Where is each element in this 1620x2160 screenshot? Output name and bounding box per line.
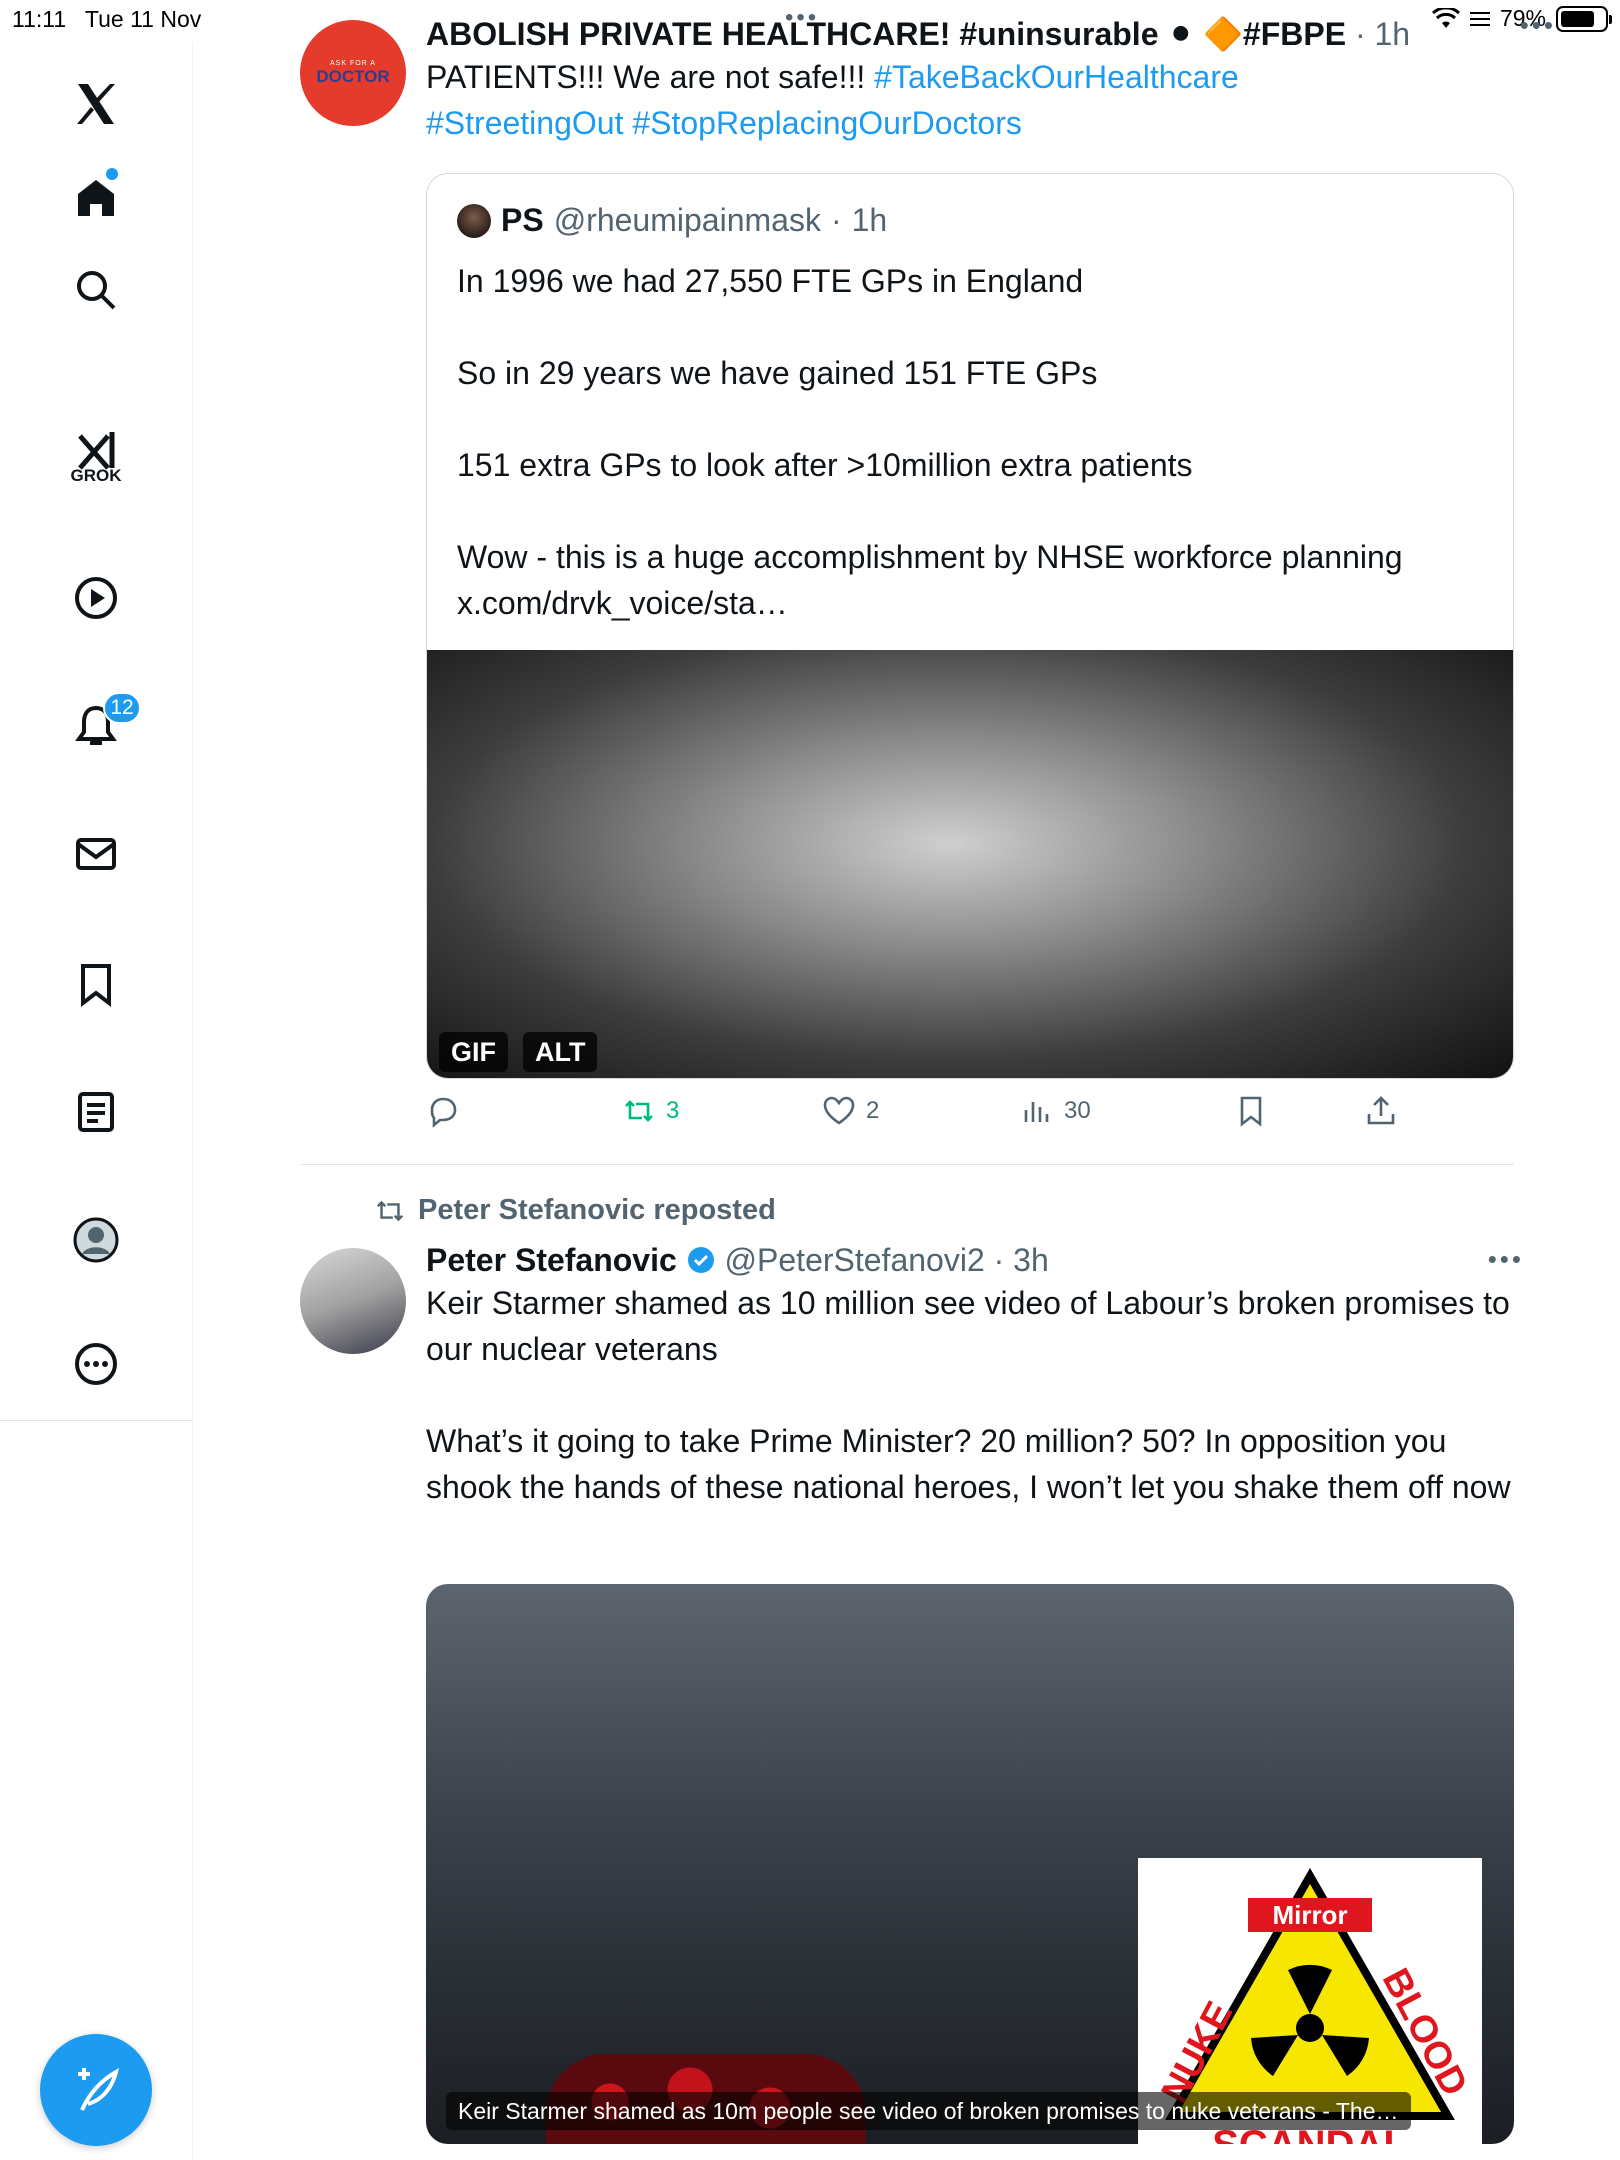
timeline-feed: ASK FOR A DOCTOR ABOLISH PRIVATE HEALTHC… — [194, 0, 1574, 2160]
repost-button[interactable]: 3 — [622, 1094, 679, 1128]
home-icon[interactable] — [60, 162, 132, 234]
notification-badge: 12 — [103, 692, 141, 724]
views-button[interactable]: 30 — [1020, 1094, 1091, 1128]
repost-icon — [376, 1200, 404, 1221]
post-header: Peter Stefanovic @PeterStefanovi2 · 3h — [426, 1242, 1049, 1278]
author-name[interactable]: ABOLISH PRIVATE HEALTHCARE! #uninsurable… — [426, 16, 1346, 52]
messages-icon[interactable] — [60, 818, 132, 890]
bookmark-button[interactable] — [1234, 1094, 1268, 1128]
post-time[interactable]: 3h — [1013, 1242, 1049, 1278]
author-name[interactable]: Peter Stefanovic — [426, 1242, 677, 1278]
views-icon — [1024, 1102, 1049, 1122]
hashtag-link[interactable]: #StopReplacingOurDoctors — [632, 105, 1022, 141]
quote-author-name[interactable]: PS — [501, 202, 544, 239]
gif-badge: GIF — [439, 1032, 508, 1072]
share-button[interactable] — [1364, 1094, 1398, 1128]
more-icon[interactable] — [60, 1328, 132, 1400]
grok-label: GROK — [70, 466, 122, 485]
avatar-peter-stefanovic[interactable] — [300, 1248, 406, 1354]
compose-feather-icon — [78, 2067, 120, 2111]
post-more-options-icon[interactable]: ••• — [1488, 1244, 1524, 1275]
status-time: 11:11 Tue 11 Nov — [12, 6, 202, 32]
notifications-icon[interactable]: 12 — [60, 690, 141, 762]
bookmark-icon — [1240, 1096, 1262, 1127]
post-time[interactable]: 1h — [1375, 16, 1411, 52]
hashtag-link[interactable]: #StreetingOut — [426, 105, 623, 141]
views-count: 30 — [1064, 1097, 1091, 1124]
post-body: Peter Stefanovic @PeterStefanovi2 · 3h K… — [426, 1240, 1516, 1510]
share-icon — [1367, 1096, 1395, 1125]
post-actions: 3 2 30 — [426, 1094, 1446, 1144]
sidebar-nav: GROK 12 — [0, 42, 193, 2160]
reply-button[interactable] — [426, 1094, 470, 1128]
post-more-options-icon[interactable]: ••• — [1520, 10, 1556, 41]
quote-time: 1h — [851, 202, 888, 238]
alt-text-button[interactable]: ALT — [523, 1032, 598, 1072]
heart-icon — [823, 1096, 855, 1125]
quote-handle[interactable]: @rheumipainmask — [554, 202, 821, 239]
home-unread-dot — [106, 168, 118, 180]
sidebar-divider — [0, 1420, 193, 1421]
avatar-ask-for-a-doctor[interactable]: ASK FOR A DOCTOR — [300, 20, 406, 126]
post-text: PATIENTS!!! We are not safe!!! #TakeBack… — [426, 59, 1239, 141]
post-body: ABOLISH PRIVATE HEALTHCARE! #uninsurable… — [426, 14, 1516, 146]
compose-post-button[interactable] — [40, 2034, 152, 2146]
author-handle[interactable]: @PeterStefanovi2 — [725, 1242, 985, 1278]
like-count: 2 — [866, 1097, 880, 1124]
reply-icon — [430, 1097, 457, 1128]
quote-gif-media[interactable]: GIF ALT — [427, 650, 1513, 1078]
profile-icon[interactable] — [60, 1204, 132, 1276]
search-icon[interactable] — [60, 254, 132, 326]
quote-header: PS @rheumipainmask · 1h — [457, 202, 887, 239]
repost-indicator[interactable]: Peter Stefanovic reposted — [374, 1194, 776, 1227]
hashtag-link[interactable]: #TakeBackOurHealthcare — [874, 59, 1239, 95]
post-separator — [300, 1164, 1514, 1165]
quote-avatar[interactable] — [457, 203, 491, 238]
bookmarks-icon[interactable] — [60, 948, 132, 1020]
post-text: Keir Starmer shamed as 10 million see vi… — [426, 1285, 1511, 1505]
grok-icon[interactable]: GROK — [60, 418, 132, 518]
repost-label: Peter Stefanovic reposted — [418, 1194, 776, 1226]
verified-badge-icon — [687, 1247, 714, 1273]
quote-text: In 1996 we had 27,550 FTE GPs in England… — [457, 263, 1403, 621]
mirror-logo-text: Mirror — [1272, 1900, 1347, 1930]
like-button[interactable]: 2 — [822, 1094, 879, 1128]
repost-icon — [625, 1100, 653, 1122]
x-logo-icon[interactable] — [60, 68, 132, 140]
post-header: ABOLISH PRIVATE HEALTHCARE! #uninsurable… — [426, 16, 1411, 52]
quoted-post[interactable]: PS @rheumipainmask · 1h In 1996 we had 27… — [426, 173, 1514, 1079]
repost-count: 3 — [666, 1097, 680, 1124]
video-icon[interactable] — [60, 562, 132, 634]
link-card-caption[interactable]: Keir Starmer shamed as 10m people see vi… — [446, 2092, 1411, 2130]
lists-icon[interactable] — [60, 1076, 132, 1148]
news-link-card-image[interactable]: Mirror NUKE BLOOD SCANDAL Keir Starmer s… — [426, 1584, 1514, 2144]
